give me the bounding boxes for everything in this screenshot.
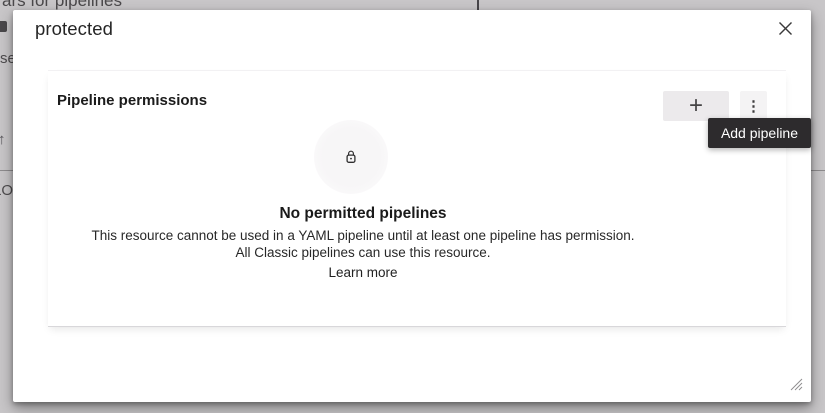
learn-more-link[interactable]: Learn more — [328, 265, 397, 280]
add-pipeline-button[interactable]: + — [663, 91, 729, 121]
resize-handle[interactable] — [790, 378, 803, 391]
close-icon — [778, 21, 793, 36]
empty-state-illustration — [314, 120, 388, 194]
close-button[interactable] — [771, 14, 799, 42]
pipeline-permissions-card: Pipeline permissions + ⋮ No permitted pi… — [48, 70, 786, 326]
empty-state-description-line1: This resource cannot be used in a YAML p… — [48, 227, 678, 244]
kebab-menu-icon: ⋮ — [746, 97, 761, 115]
empty-state: No permitted pipelines This resource can… — [48, 205, 678, 282]
background-ui-fragment — [0, 21, 7, 32]
card-heading: Pipeline permissions — [57, 92, 207, 109]
more-options-button[interactable]: ⋮ — [740, 91, 767, 121]
background-text-fragment-lo: LO — [0, 182, 13, 199]
empty-state-title: No permitted pipelines — [48, 205, 678, 223]
lock-icon — [343, 149, 359, 165]
dialog-title: protected — [35, 18, 113, 40]
plus-icon: + — [689, 93, 703, 119]
empty-state-description-line2: All Classic pipelines can use this resou… — [48, 244, 678, 261]
add-pipeline-tooltip: Add pipeline — [708, 118, 811, 148]
resource-settings-dialog: protected Pipeline permissions + ⋮ — [13, 10, 811, 402]
background-sort-arrow-fragment: ↑ — [0, 131, 6, 148]
